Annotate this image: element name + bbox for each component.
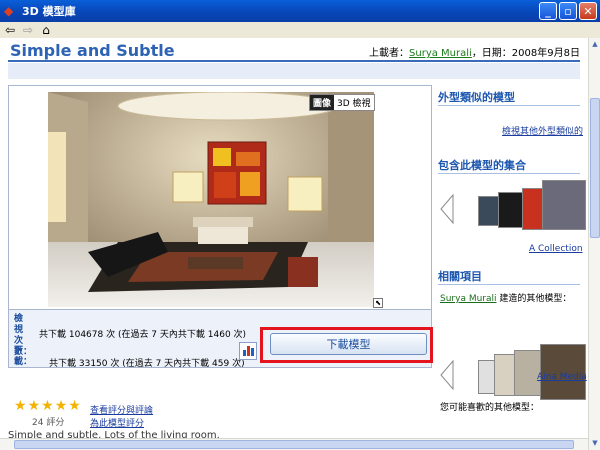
scroll-down-icon[interactable]: ▼ <box>590 438 600 448</box>
star-icon: ★ <box>27 398 41 414</box>
carousel-left-arrow-icon[interactable] <box>440 360 454 390</box>
minimize-button[interactable]: _ <box>539 2 557 20</box>
collection-caption-link[interactable]: A Collection <box>529 244 583 254</box>
vertical-scroll-thumb[interactable] <box>590 98 600 238</box>
title-divider <box>8 60 580 62</box>
close-button[interactable]: ✕ <box>579 2 597 20</box>
uploader-prefix: 上載者： <box>369 48 410 59</box>
back-arrow-icon[interactable]: ⇦ <box>3 23 17 37</box>
you-may-like-heading: 您可能喜歡的其他模型： <box>440 403 540 413</box>
rate-model-link[interactable]: 為此模型評分 <box>90 416 144 429</box>
star-icon: ★ <box>41 398 54 414</box>
expand-icon[interactable]: ⬉ <box>373 298 383 308</box>
tab-3d-view[interactable]: 3D 檢視 <box>334 95 374 110</box>
home-icon[interactable]: ⌂ <box>39 23 53 37</box>
window-titlebar: ◆ 3D 模型庫 _ ▫ ✕ <box>0 0 600 22</box>
downloads-count: 共下載 33150 次 (在過去 7 天內共下載 459 次) <box>49 359 245 369</box>
downloads-label: 下載： <box>14 346 33 367</box>
vertical-scrollbar[interactable]: ▲ ▼ <box>588 38 600 450</box>
related-caption-link[interactable]: Aina Media <box>537 372 587 382</box>
forward-arrow-icon[interactable]: ⇨ <box>21 23 35 37</box>
horizontal-scroll-thumb[interactable] <box>14 440 574 449</box>
maximize-button[interactable]: ▫ <box>559 2 577 20</box>
nav-toolbar: ⇦ ⇨ ⌂ <box>0 22 600 38</box>
sketchup-app-icon: ◆ <box>4 4 14 18</box>
model-viewer: 圖像 3D 檢視 ⬉ <box>8 85 432 310</box>
page-content: Simple and Subtle 上載者：Surya Murali，日期：20… <box>0 38 588 438</box>
download-model-button[interactable]: 下載模型 <box>270 333 427 355</box>
header-band <box>8 63 580 79</box>
view-mode-tabs: 圖像 3D 檢視 <box>309 94 375 111</box>
model-description: Simple and subtle. Lots of the living ro… <box>8 430 220 438</box>
related-suffix: 建造的其他模型： <box>499 294 572 304</box>
star-icon: ★ <box>68 398 81 414</box>
stats-chart-icon[interactable] <box>239 342 257 360</box>
rating-stars[interactable]: ★ ★ ★ ★ ★ <box>14 398 81 414</box>
views-count: 共下載 104678 次 (在過去 7 天內共下載 1460 次) <box>39 330 247 340</box>
collection-thumbnail[interactable] <box>542 180 586 230</box>
collections-heading: 包含此模型的集合 <box>438 159 526 172</box>
related-by-user: Surya Murali 建造的其他模型： <box>440 291 571 304</box>
rating-count: 24 評分 <box>32 418 65 428</box>
sidebar-divider <box>438 173 580 174</box>
carousel-left-arrow-icon[interactable] <box>440 194 454 224</box>
view-similar-link[interactable]: 檢視其他外型類似的 <box>502 124 583 137</box>
sidebar-divider <box>438 284 580 285</box>
page-title: Simple and Subtle <box>10 41 175 60</box>
similar-models-heading: 外型類似的模型 <box>438 91 515 104</box>
model-preview-image[interactable] <box>48 92 374 307</box>
star-icon: ★ <box>54 398 68 414</box>
horizontal-scrollbar[interactable] <box>0 438 588 450</box>
window-title: 3D 模型庫 <box>22 5 76 18</box>
tab-image[interactable]: 圖像 <box>310 95 335 110</box>
uploader-info: 上載者：Surya Murali，日期：2008年9月8日 <box>369 44 580 59</box>
star-icon: ★ <box>14 398 27 414</box>
collections-carousel <box>470 180 586 250</box>
collection-thumbnail[interactable] <box>478 196 500 226</box>
uploader-link[interactable]: Surya Murali <box>409 48 472 59</box>
related-items-heading: 相關項目 <box>438 270 482 283</box>
related-user-link[interactable]: Surya Murali <box>440 294 497 304</box>
view-reviews-link[interactable]: 查看評分與評論 <box>90 403 153 416</box>
sidebar-divider <box>438 105 580 106</box>
upload-date: ，日期：2008年9月8日 <box>471 48 580 59</box>
scroll-up-icon[interactable]: ▲ <box>590 39 600 49</box>
